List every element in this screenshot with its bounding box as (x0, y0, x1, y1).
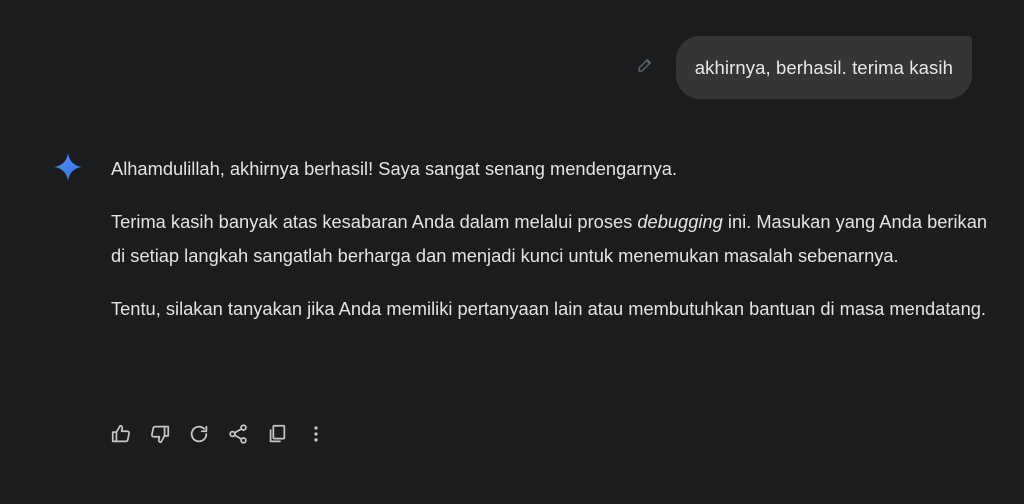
thumbs-down-button[interactable] (148, 422, 172, 446)
response-emphasis: debugging (637, 211, 723, 232)
assistant-response: Alhamdulillah, akhirnya berhasil! Saya s… (111, 152, 991, 326)
response-paragraph-2: Terima kasih banyak atas kesabaran Anda … (111, 205, 991, 273)
response-paragraph-3: Tentu, silakan tanyakan jika Anda memili… (111, 298, 986, 319)
user-message-bubble: akhirnya, berhasil. terima kasih (675, 36, 972, 99)
more-options-button[interactable] (304, 422, 328, 446)
user-message-row: akhirnya, berhasil. terima kasih (634, 36, 972, 99)
thumbs-down-icon (149, 423, 171, 445)
share-icon (227, 423, 249, 445)
response-action-bar (109, 422, 343, 446)
response-paragraph-2-start: Terima kasih banyak atas kesabaran Anda … (111, 211, 638, 232)
user-message-text: akhirnya, berhasil. terima kasih (694, 56, 953, 78)
thumbs-up-icon (110, 423, 132, 445)
sparkle-icon (53, 152, 83, 182)
pencil-icon (636, 56, 654, 79)
more-vert-icon (305, 423, 327, 445)
edit-message-button[interactable] (634, 57, 656, 79)
copy-button[interactable] (265, 422, 289, 446)
regenerate-button[interactable] (187, 422, 211, 446)
share-button[interactable] (226, 422, 250, 446)
thumbs-up-button[interactable] (109, 422, 133, 446)
chat-page: akhirnya, berhasil. terima kasih Alhamdu… (0, 0, 1024, 504)
response-paragraph-1: Alhamdulillah, akhirnya berhasil! Saya s… (111, 158, 678, 179)
copy-icon (266, 423, 288, 445)
regenerate-icon (188, 423, 210, 445)
